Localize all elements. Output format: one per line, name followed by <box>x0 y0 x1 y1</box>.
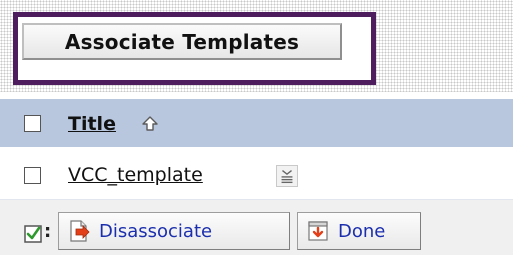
done-button[interactable]: Done <box>297 212 421 250</box>
row-actions-menu-icon[interactable] <box>276 165 298 187</box>
sort-ascending-icon[interactable] <box>139 113 161 135</box>
template-name-link[interactable]: VCC_template <box>68 164 203 186</box>
footer-separator: : <box>44 221 52 242</box>
done-label: Done <box>338 220 386 242</box>
title-column-header[interactable]: Title <box>68 113 116 135</box>
disassociate-icon <box>70 220 90 242</box>
disassociate-button[interactable]: Disassociate <box>58 212 290 250</box>
disassociate-label: Disassociate <box>99 220 213 242</box>
check-all-icon[interactable] <box>24 225 42 243</box>
row-checkbox[interactable] <box>24 167 41 184</box>
select-all-checkbox[interactable] <box>24 115 41 132</box>
done-icon <box>308 221 328 241</box>
associate-templates-button[interactable]: Associate Templates <box>22 23 342 60</box>
